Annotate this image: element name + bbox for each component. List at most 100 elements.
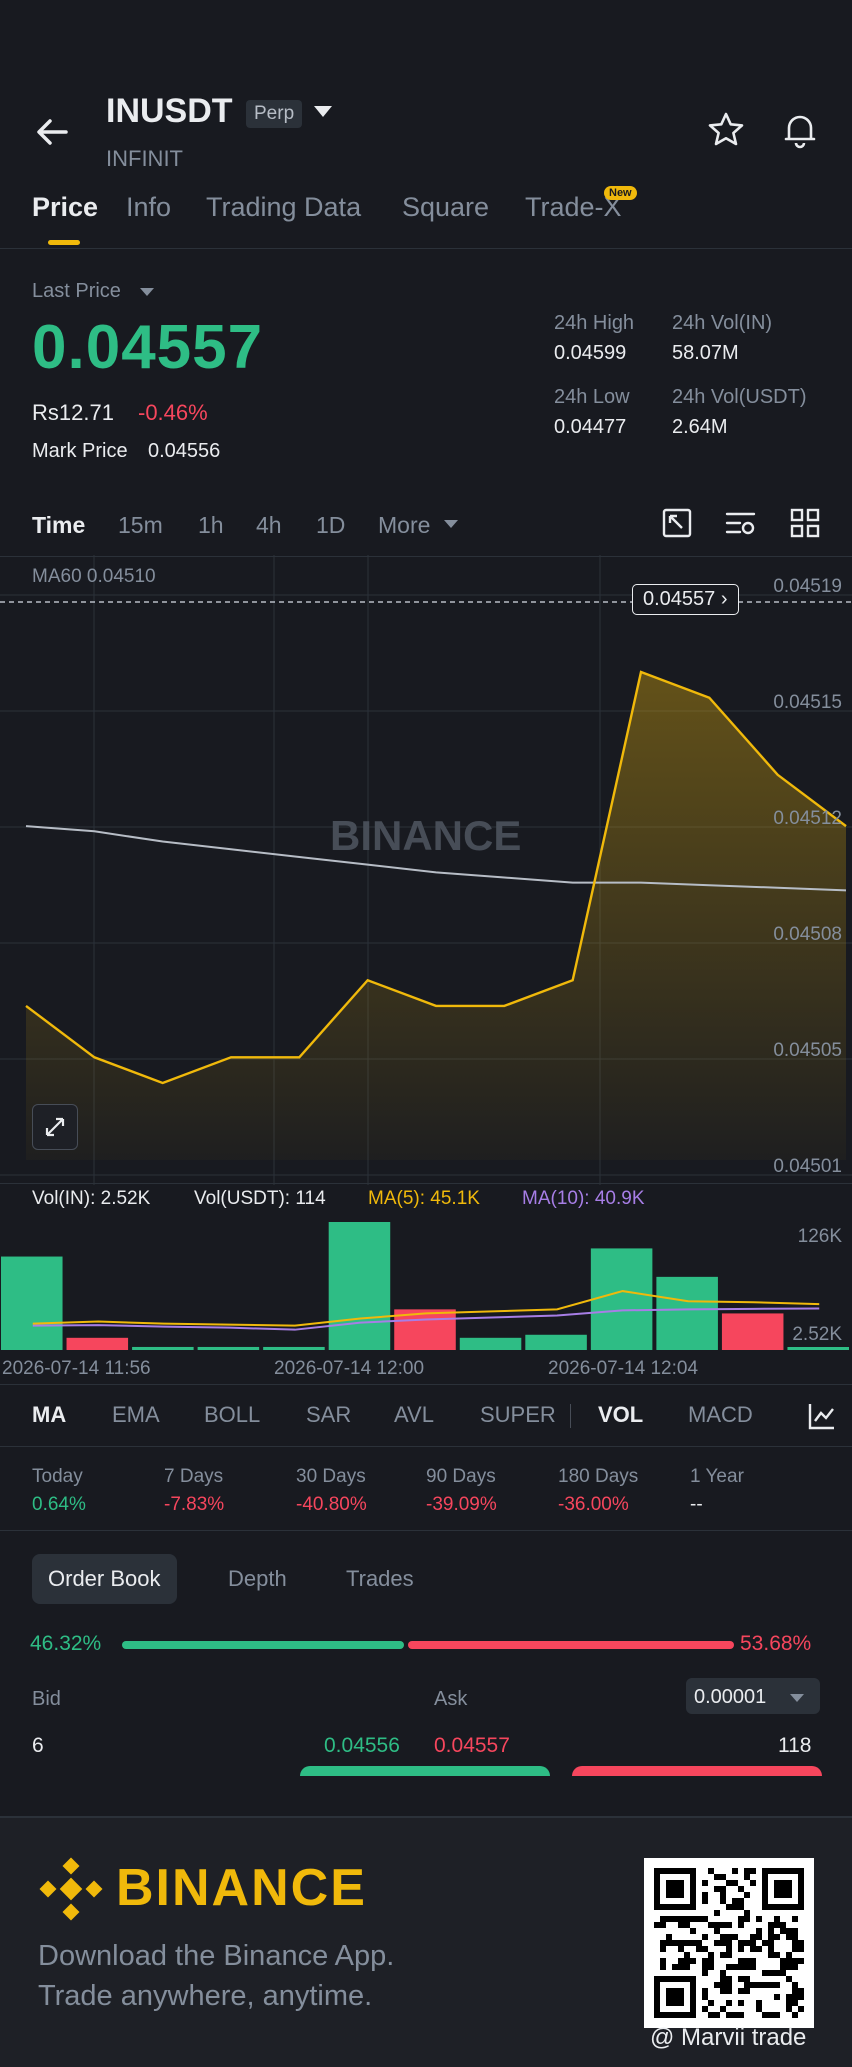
qr-module	[714, 1982, 720, 1988]
qr-module	[756, 2006, 762, 2012]
volume-bar	[263, 1346, 325, 1350]
qr-module	[732, 1964, 738, 1970]
more-dropdown-icon[interactable]	[444, 520, 458, 528]
tab-trades[interactable]: Trades	[330, 1554, 430, 1604]
qr-module	[792, 1946, 798, 1952]
current-price-tag[interactable]: 0.04557 ›	[632, 584, 739, 615]
indicator-boll[interactable]: BOLL	[204, 1402, 260, 1428]
divider	[0, 1446, 852, 1447]
qr-module	[726, 1880, 732, 1886]
last-price-dropdown-icon[interactable]	[140, 288, 154, 296]
timeframe-4h[interactable]: 4h	[256, 512, 282, 539]
y-axis-tick: 0.04501	[773, 1156, 842, 1177]
qr-module	[702, 1880, 708, 1886]
vol-quote-label: 24h Vol(USDT)	[672, 386, 807, 408]
symbol-dropdown-icon[interactable]	[314, 106, 332, 117]
qr-module	[690, 1916, 696, 1922]
fullscreen-icon[interactable]	[660, 506, 694, 540]
indicator-sar[interactable]: SAR	[306, 1402, 351, 1428]
qr-module	[696, 1946, 702, 1952]
qr-module	[726, 1952, 732, 1958]
qr-module	[798, 1994, 804, 2000]
qr-module	[726, 1934, 732, 1940]
indicator-settings-icon[interactable]	[724, 506, 758, 540]
indicator-vol[interactable]: VOL	[598, 1402, 643, 1428]
volume-chart[interactable]	[0, 1210, 852, 1350]
qr-module	[702, 1970, 708, 1976]
qr-module	[702, 1946, 708, 1952]
indicator-ma[interactable]: MA	[32, 1402, 66, 1428]
qr-module	[792, 1994, 798, 2000]
star-icon[interactable]	[706, 110, 746, 150]
volume-bar	[459, 1337, 522, 1350]
qr-module	[744, 1964, 750, 1970]
last-price: 0.04557	[32, 313, 264, 382]
chart-settings-icon[interactable]	[806, 1400, 838, 1432]
timeframe-1h[interactable]: 1h	[198, 512, 224, 539]
last-price-label[interactable]: Last Price	[32, 280, 121, 303]
qr-module	[702, 1964, 708, 1970]
qr-module	[756, 1916, 762, 1922]
qr-module	[750, 1940, 756, 1946]
bell-icon[interactable]	[780, 110, 820, 150]
indicator-avl[interactable]: AVL	[394, 1402, 434, 1428]
ask-price: 0.04557	[434, 1734, 510, 1752]
ma5-legend: MA(5): 45.1K	[368, 1188, 480, 1209]
qr-module	[678, 1922, 684, 1928]
qr-module	[780, 1964, 786, 1970]
grid-layout-icon[interactable]	[788, 506, 822, 540]
chevron-down-icon[interactable]	[790, 1694, 804, 1702]
tab-order-book[interactable]: Order Book	[32, 1554, 177, 1604]
volume-y-tick: 2.52K	[792, 1324, 842, 1345]
price-change-percent: -0.46%	[138, 400, 208, 425]
qr-module	[768, 1940, 774, 1946]
qr-module	[756, 1928, 762, 1934]
bid-column-label: Bid	[32, 1688, 61, 1710]
tab-info[interactable]: Info	[126, 192, 171, 223]
qr-module	[792, 1940, 798, 1946]
qr-module	[720, 1940, 726, 1946]
ask-ratio-bar	[407, 1641, 734, 1649]
indicator-macd[interactable]: MACD	[688, 1402, 753, 1428]
timeframe-1d[interactable]: 1D	[316, 512, 345, 539]
timeframe-time[interactable]: Time	[32, 512, 85, 539]
low-value: 0.04477	[554, 416, 627, 438]
qr-module	[684, 1922, 690, 1928]
binance-wordmark: BINANCE	[116, 1859, 367, 1917]
volume-bar	[197, 1346, 260, 1350]
tab-trading-data[interactable]: Trading Data	[206, 192, 361, 223]
qr-module	[738, 2012, 744, 2018]
perf-label-7d: 7 Days	[164, 1466, 224, 1487]
qr-module	[738, 1916, 744, 1922]
perf-value-180d: -36.00%	[558, 1494, 629, 1515]
buy-button[interactable]	[300, 1766, 550, 1776]
price-chart[interactable]: BINANCE	[0, 555, 852, 1185]
qr-module	[738, 1958, 744, 1964]
perf-label-1y: 1 Year	[690, 1466, 744, 1487]
qr-module	[792, 1988, 798, 1994]
new-badge: New	[604, 186, 637, 200]
qr-module	[738, 1964, 744, 1970]
qr-module	[714, 1910, 720, 1916]
qr-module	[720, 1898, 726, 1904]
volume-bar	[1, 1256, 63, 1350]
timeframe-15m[interactable]: 15m	[118, 512, 163, 539]
indicator-super[interactable]: SUPER	[480, 1402, 556, 1428]
qr-module	[702, 1958, 708, 1964]
qr-module	[660, 1916, 666, 1922]
back-arrow-icon[interactable]	[30, 110, 74, 154]
symbol-title[interactable]: INUSDT	[106, 92, 233, 131]
timeframe-more[interactable]: More	[378, 512, 430, 539]
qr-module	[738, 1904, 744, 1910]
sell-button[interactable]	[572, 1766, 822, 1776]
qr-module	[750, 1964, 756, 1970]
qr-module	[738, 1922, 744, 1928]
qr-module	[756, 1934, 762, 1940]
tab-depth[interactable]: Depth	[212, 1554, 303, 1604]
qr-code[interactable]	[644, 1858, 814, 2028]
tab-square[interactable]: Square	[402, 192, 489, 223]
tab-price[interactable]: Price	[32, 192, 98, 223]
indicator-ema[interactable]: EMA	[112, 1402, 160, 1428]
expand-chart-button[interactable]	[32, 1104, 78, 1150]
perf-value-1y: --	[690, 1494, 703, 1515]
